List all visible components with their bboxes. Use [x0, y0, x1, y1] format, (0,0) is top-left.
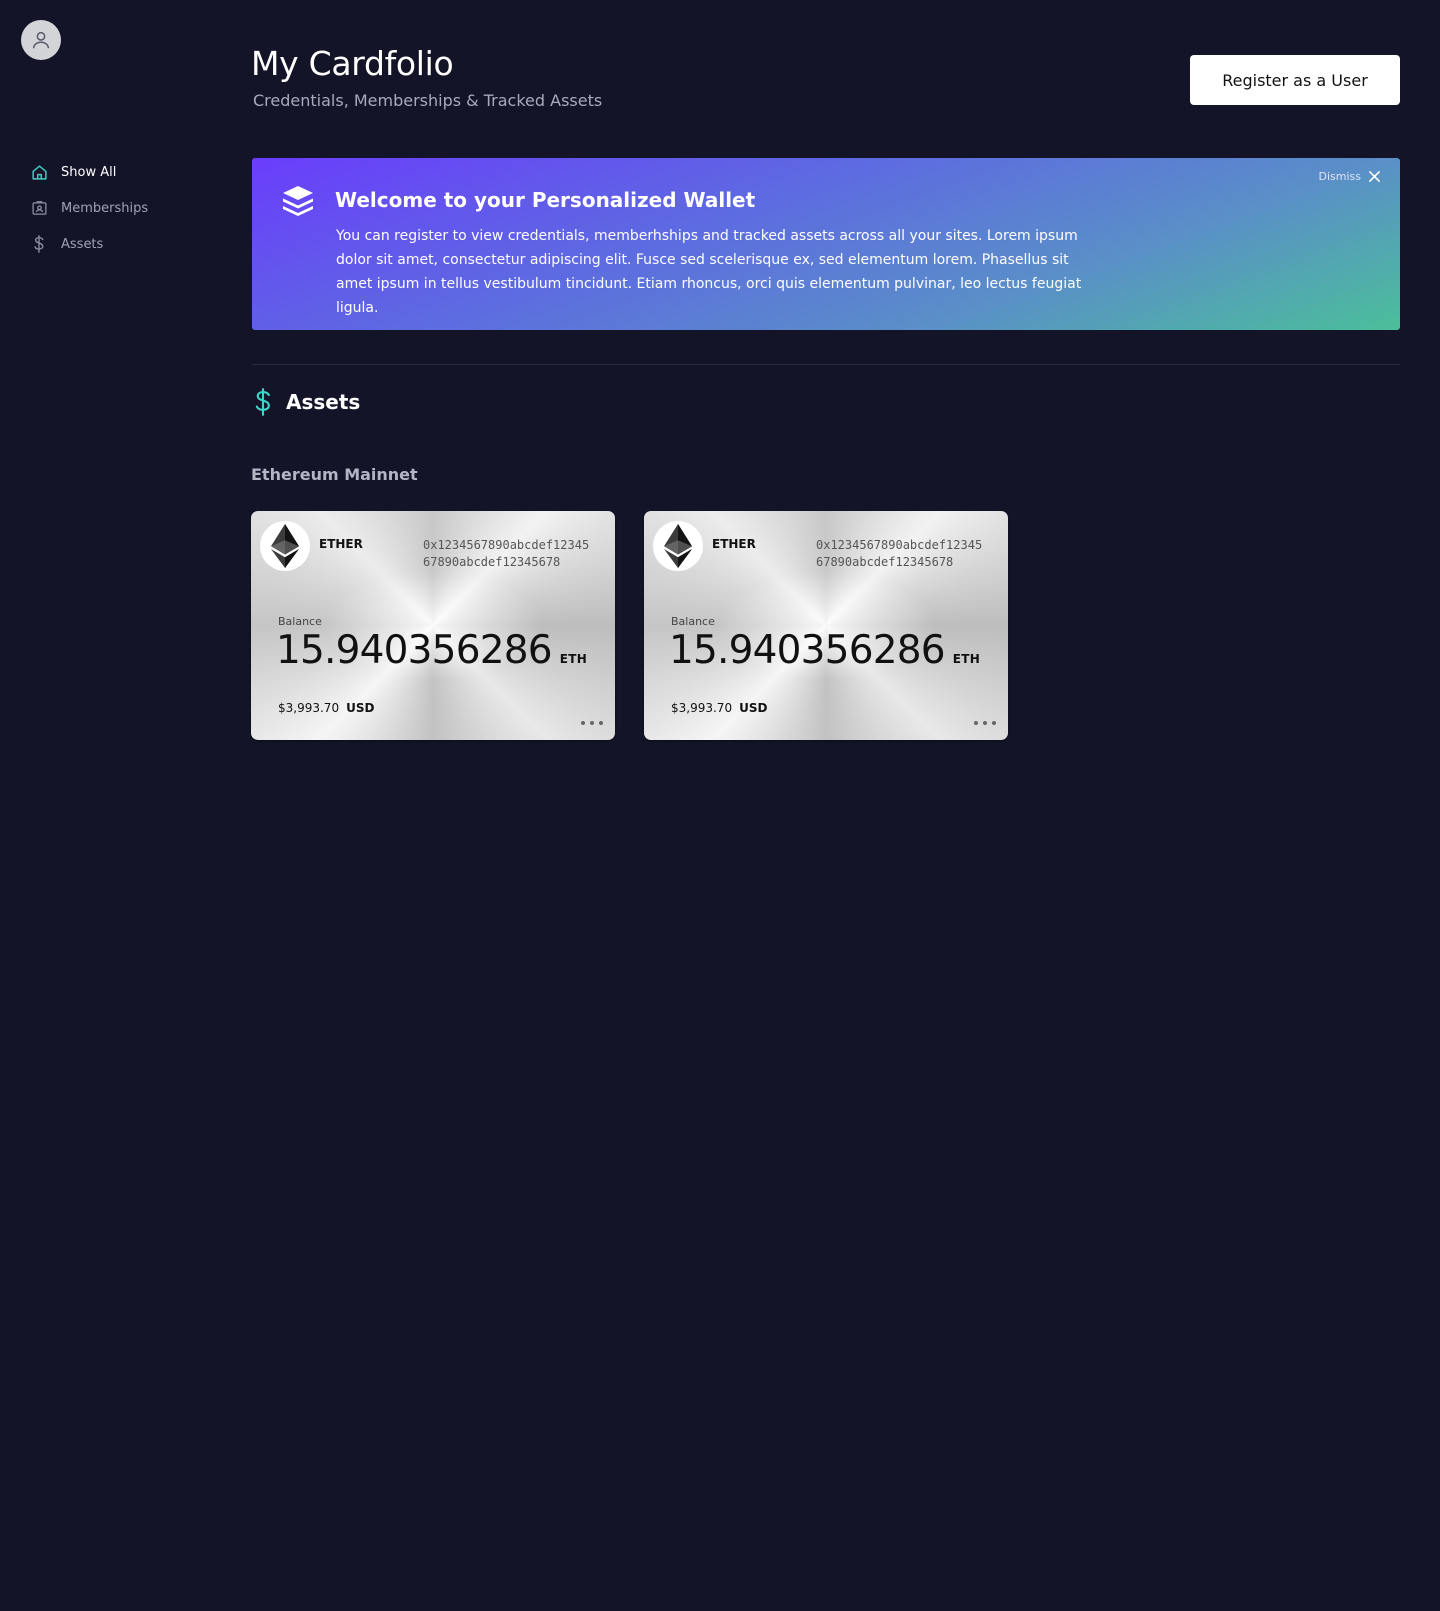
sidebar-item-label: Memberships — [61, 200, 149, 216]
sidebar-item-label: Assets — [61, 236, 104, 252]
sidebar-item-assets[interactable]: Assets — [30, 226, 220, 262]
usd-value-row: $3,993.70 USD — [671, 701, 767, 715]
sidebar: Show All Memberships Assets — [0, 0, 230, 1611]
network-title: Ethereum Mainnet — [251, 465, 418, 484]
balance-label: Balance — [671, 615, 715, 628]
close-icon — [1369, 171, 1380, 182]
sidebar-item-memberships[interactable]: Memberships — [30, 190, 220, 226]
layers-logo-icon — [283, 186, 313, 216]
ethereum-logo-icon — [260, 521, 310, 571]
page-subtitle: Credentials, Memberships & Tracked Asset… — [253, 91, 603, 110]
balance-value: 15.940356286 ETH — [669, 628, 980, 673]
token-address: 0x1234567890abcdef1234567890abcdef123456… — [423, 538, 590, 569]
token-name: ETHER — [319, 537, 363, 551]
dollar-icon — [255, 388, 270, 416]
dismiss-button[interactable]: Dismiss — [1319, 170, 1381, 183]
usd-value: $3,993.70 — [671, 701, 733, 715]
user-icon — [32, 31, 50, 49]
balance-amount: 15.940356286 — [276, 628, 553, 673]
section-divider — [252, 364, 1400, 365]
more-options-icon[interactable] — [581, 719, 603, 727]
ethereum-logo-icon — [653, 521, 703, 571]
usd-unit: USD — [346, 701, 375, 715]
banner-title: Welcome to your Personalized Wallet — [335, 188, 756, 212]
welcome-banner: Welcome to your Personalized Wallet You … — [252, 158, 1400, 330]
section-title: Assets — [286, 390, 361, 414]
asset-card[interactable]: ETHER 0x1234567890abcdef1234567890abcdef… — [644, 511, 1008, 740]
balance-unit: ETH — [559, 652, 588, 666]
assets-section-header: Assets — [252, 388, 360, 416]
balance-label: Balance — [278, 615, 322, 628]
balance-unit: ETH — [952, 652, 981, 666]
app-root: Show All Memberships Assets My Cardfolio… — [0, 0, 1440, 1611]
register-button[interactable]: Register as a User — [1190, 55, 1400, 105]
usd-unit: USD — [739, 701, 768, 715]
token-name: ETHER — [712, 537, 756, 551]
dollar-icon — [30, 235, 48, 253]
token-address: 0x1234567890abcdef1234567890abcdef123456… — [816, 538, 983, 569]
sidebar-nav: Show All Memberships Assets — [30, 154, 220, 262]
usd-value: $3,993.70 — [278, 701, 340, 715]
banner-text: You can register to view credentials, me… — [336, 228, 1082, 316]
home-icon — [30, 163, 48, 181]
page-title: My Cardfolio — [251, 44, 454, 83]
balance-amount: 15.940356286 — [669, 628, 946, 673]
balance-value: 15.940356286 ETH — [276, 628, 587, 673]
sidebar-item-label: Show All — [61, 164, 117, 180]
avatar[interactable] — [21, 20, 61, 60]
more-options-icon[interactable] — [974, 719, 996, 727]
usd-value-row: $3,993.70 USD — [278, 701, 374, 715]
dismiss-label: Dismiss — [1318, 170, 1362, 183]
id-card-icon — [30, 199, 48, 217]
sidebar-item-show-all[interactable]: Show All — [30, 154, 220, 190]
asset-card[interactable]: ETHER 0x1234567890abcdef1234567890abcdef… — [251, 511, 615, 740]
